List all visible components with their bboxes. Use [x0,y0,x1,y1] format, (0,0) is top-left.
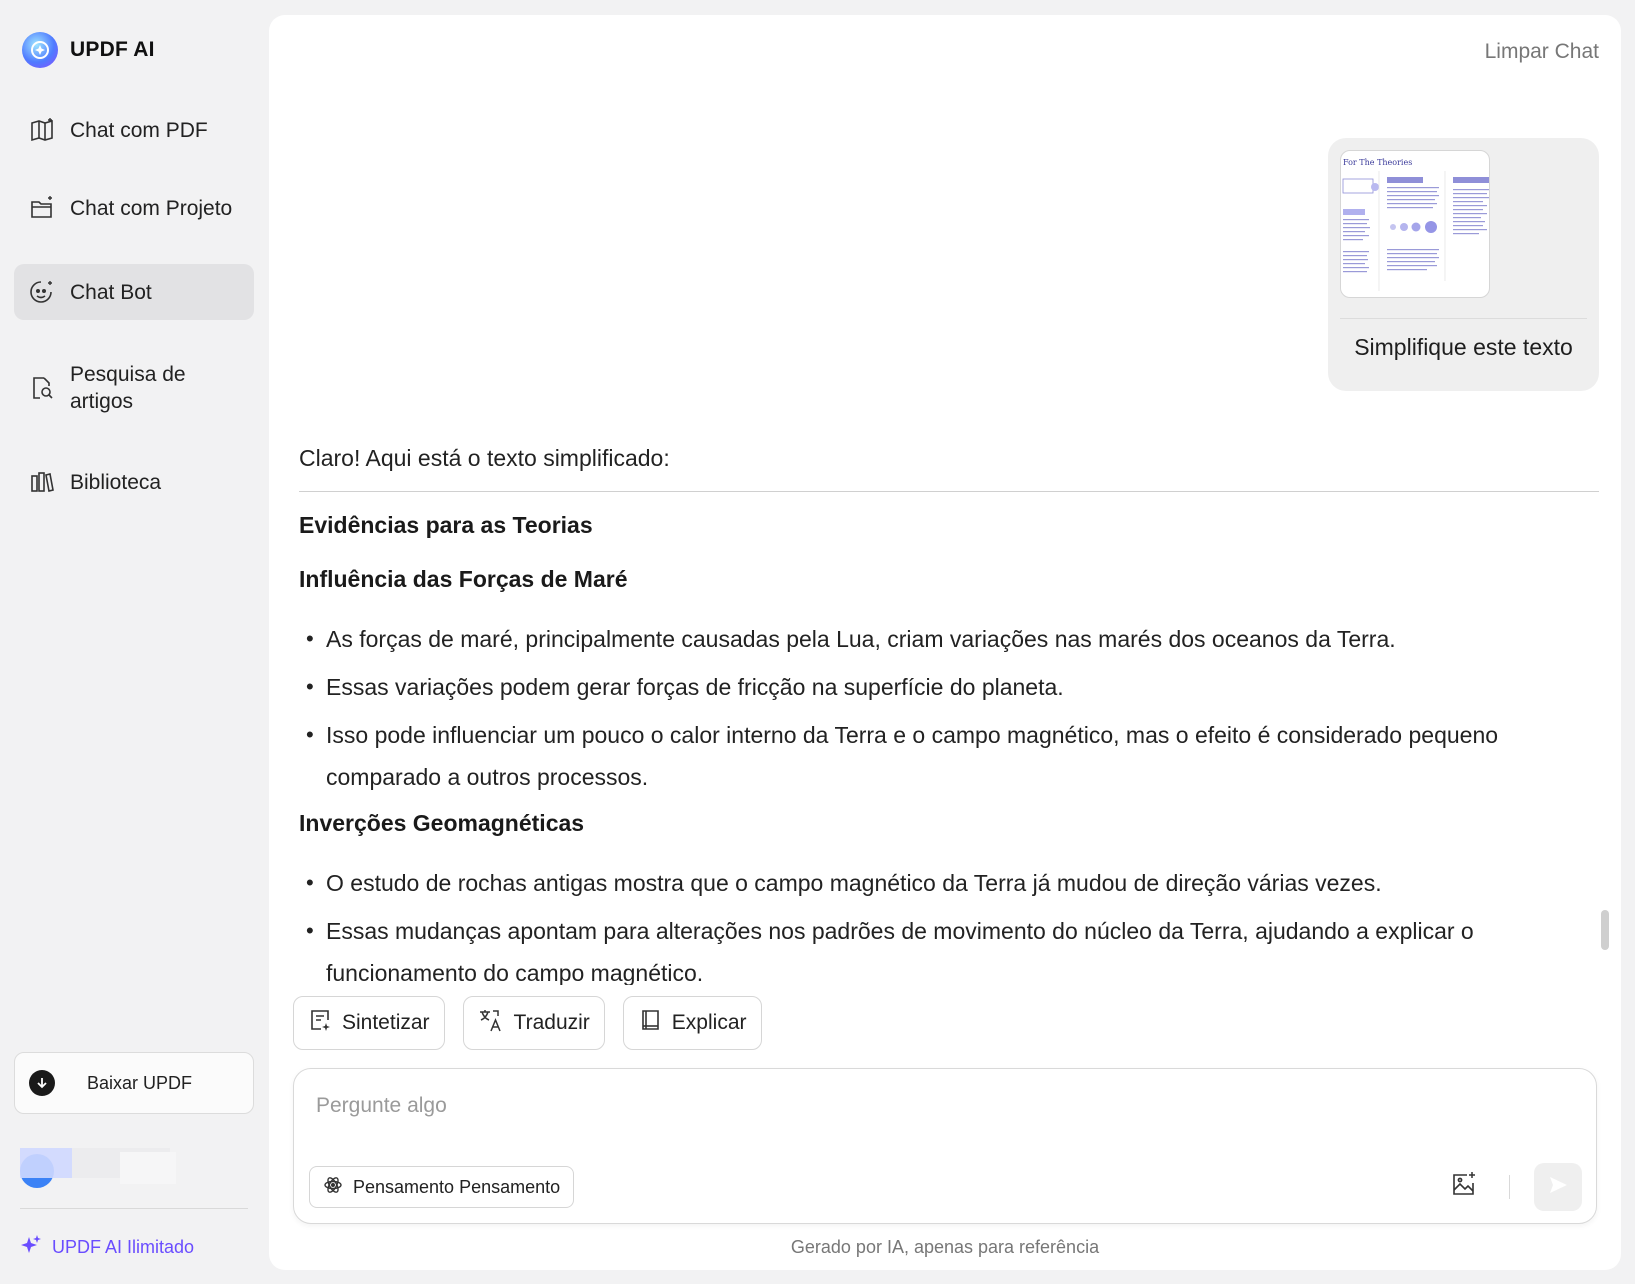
bot-face-icon [28,278,56,306]
answer-list-section1: As forças de maré, principalmente causad… [299,618,1599,798]
list-item: Essas variações podem gerar forças de fr… [299,666,1599,708]
send-icon [1547,1174,1569,1201]
image-upload-button[interactable] [1448,1170,1480,1202]
sidebar-item-article-search[interactable]: Pesquisa de artigos [14,356,254,420]
brand[interactable]: UPDF AI [22,32,155,68]
answer-heading-main: Evidências para as Teorias [299,512,593,538]
translate-icon [478,1007,504,1039]
translate-button[interactable]: Traduzir [462,996,605,1050]
answer-heading-section1: Influência das Forças de Maré [299,566,628,592]
download-icon [29,1070,55,1096]
composer-divider [1509,1175,1510,1199]
sidebar-item-chat-project[interactable]: Chat com Projeto [14,182,254,234]
thinking-toggle-button[interactable]: Pensamento Pensamento [309,1166,575,1208]
book-icon [638,1008,662,1038]
sidebar-item-label: Chat com Projeto [70,196,233,220]
atom-icon [323,1175,343,1200]
list-item: Essas mudanças apontam para alterações n… [299,910,1599,985]
brand-title: UPDF AI [70,38,155,61]
answer-divider [299,491,1599,492]
sidebar-item-chat-pdf[interactable]: Chat com PDF [14,104,254,156]
answer-intro: Claro! Aqui está o texto simplificado: [299,445,670,471]
sidebar-item-library[interactable]: Biblioteca [14,456,254,508]
redacted-block [20,1148,72,1178]
sidebar-divider [20,1208,248,1209]
user-message-bubble: For The Theories Simplifique este texto [1328,138,1599,391]
sidebar-item-label: Biblioteca [70,470,162,494]
download-label: Baixar UPDF [87,1072,193,1093]
user-account[interactable] [20,1148,176,1188]
list-item: O estudo de rochas antigas mostra que o … [299,862,1599,904]
send-button[interactable] [1534,1163,1582,1211]
redacted-block [120,1152,176,1184]
updf-ai-unlimited-link[interactable]: UPDF AI Ilimitado [20,1234,194,1261]
image-sparkle-icon [1450,1170,1478,1203]
book-sparkle-icon [28,116,56,144]
user-message-text: Simplifique este texto [1354,334,1573,360]
summarize-icon [308,1008,332,1038]
updf-logo-icon [22,32,58,68]
quick-actions: Sintetizar Traduzir Explicar [293,996,762,1050]
summarize-button[interactable]: Sintetizar [293,996,445,1050]
thumbnail-title: For The Theories [1343,158,1412,167]
translate-label: Traduzir [513,1011,590,1034]
sidebar-item-chat-bot[interactable]: Chat Bot [14,264,254,320]
explain-label: Explicar [671,1011,747,1034]
sidebar-item-label: Pesquisa de artigos [70,363,186,413]
clear-chat-button[interactable]: Limpar Chat [1485,40,1599,64]
folder-sparkle-icon [28,194,56,222]
chat-panel: Limpar Chat For The Theories Simplifique… [269,15,1621,1270]
bubble-divider [1340,318,1587,319]
ai-disclaimer: Gerado por IA, apenas para referência [790,1237,1100,1257]
list-item: As forças de maré, principalmente causad… [299,618,1599,660]
answer-list-section2: O estudo de rochas antigas mostra que o … [299,862,1599,985]
sidebar-item-label: Chat Bot [70,280,152,304]
scrollbar-thumb[interactable] [1601,910,1609,950]
message-composer: Pensamento Pensamento [293,1068,1597,1224]
unlimited-label: UPDF AI Ilimitado [52,1237,195,1257]
explain-button[interactable]: Explicar [622,996,762,1050]
assistant-answer: Claro! Aqui está o texto simplificado: E… [299,445,1599,985]
document-search-icon [28,374,56,402]
sidebar: UPDF AI Chat com PDF Chat com Projeto Ch… [0,0,268,1284]
pdf-page-thumbnail[interactable]: For The Theories [1340,150,1490,298]
sparkle-icon [20,1234,42,1261]
library-icon [28,468,56,496]
thinking-label: Pensamento Pensamento [353,1176,561,1197]
sidebar-item-label: Chat com PDF [70,118,208,142]
ask-input[interactable] [316,1089,1416,1123]
download-updf-button[interactable]: Baixar UPDF [14,1052,254,1114]
summarize-label: Sintetizar [342,1011,430,1034]
answer-heading-section2: Inverções Geomagnéticas [299,810,585,836]
list-item: Isso pode influenciar um pouco o calor i… [299,714,1599,798]
